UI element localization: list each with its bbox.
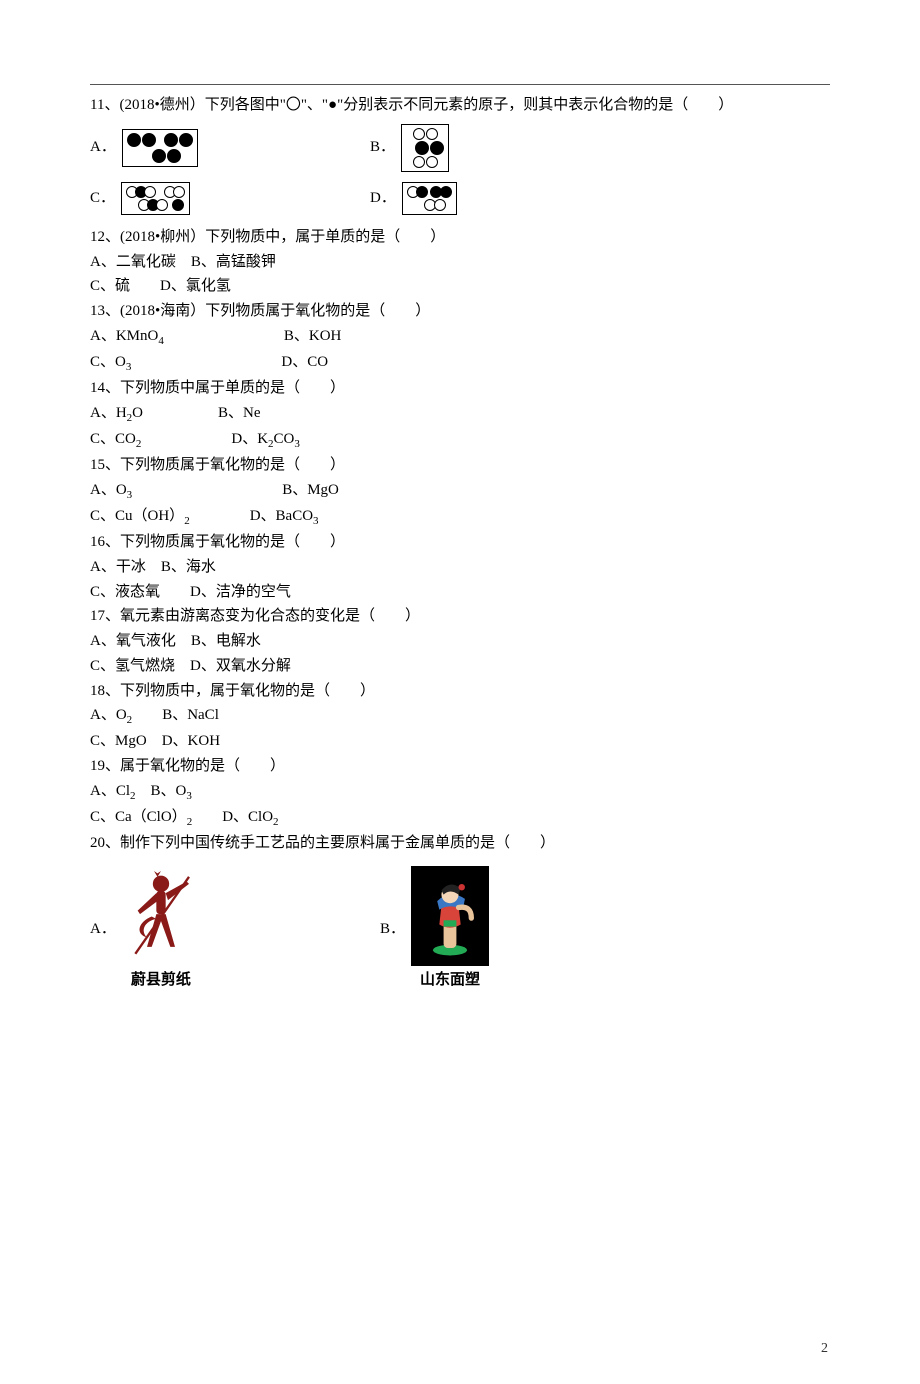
q16-text: 16、下列物质属于氧化物的是（ ） [90,530,830,555]
q17-text: 17、氧元素由游离态变为化合态的变化是（ ） [90,604,830,629]
q20-B-image [411,866,489,966]
q14-text: 14、下列物质中属于单质的是（ ） [90,376,830,401]
q15-text: 15、下列物质属于氧化物的是（ ） [90,453,830,478]
q20-B-caption: 山东面塑 [420,968,480,993]
q20-B-label: B． [380,917,405,942]
q13-text: 13、(2018•海南）下列物质属于氧化物的是（ ） [90,299,830,324]
q12-CD: C、硫 D、氯化氢 [90,274,830,299]
q11-A-label: A． [90,135,116,160]
q11-row1: A． B． [90,124,830,172]
q11-C-label: C． [90,186,115,211]
top-rule [90,84,830,85]
page-number: 2 [821,1337,828,1360]
q11-A-diagram [122,129,198,167]
q12-text: 12、(2018•柳州）下列物质中，属于单质的是（ ） [90,225,830,250]
q20-A-caption: 蔚县剪纸 [131,968,191,993]
q17-AB: A、氧气液化 B、电解水 [90,629,830,654]
q20-options: A． 蔚县剪纸 B． [90,866,830,993]
q16-AB: A、干冰 B、海水 [90,555,830,580]
q11-D-diagram [402,182,457,215]
q20-A-label: A． [90,917,116,942]
q18-CD: C、MgO D、KOH [90,729,830,754]
q11-C-diagram [121,182,190,215]
q18-AB: A、O2 B、NaCl [90,703,830,729]
q11-B-diagram [401,124,449,172]
q20-text: 20、制作下列中国传统手工艺品的主要原料属于金属单质的是（ ） [90,831,830,856]
q17-CD: C、氢气燃烧 D、双氧水分解 [90,654,830,679]
q11-B-label: B． [370,135,395,160]
q18-text: 18、下列物质中，属于氧化物的是（ ） [90,679,830,704]
q14-AB: A、H2O B、Ne [90,401,830,427]
q11-text: 11、(2018•德州）下列各图中"〇"、"●"分别表示不同元素的原子，则其中表… [90,93,830,118]
q12-AB: A、二氧化碳 B、高锰酸钾 [90,250,830,275]
q19-AB: A、Cl2 B、O3 [90,779,830,805]
q11-row2: C． D． [90,182,830,215]
q15-CD: C、Cu（OH）2 D、BaCO3 [90,504,830,530]
q19-text: 19、属于氧化物的是（ ） [90,754,830,779]
q15-AB: A、O3 B、MgO [90,478,830,504]
q13-CD: C、O3 D、CO [90,350,830,376]
q20-A-image [122,866,200,966]
q14-CD: C、CO2 D、K2CO3 [90,427,830,453]
q13-AB: A、KMnO4 B、KOH [90,324,830,350]
q19-CD: C、Ca（ClO）2 D、ClO2 [90,805,830,831]
q16-CD: C、液态氧 D、洁净的空气 [90,580,830,605]
q11-D-label: D． [370,186,396,211]
